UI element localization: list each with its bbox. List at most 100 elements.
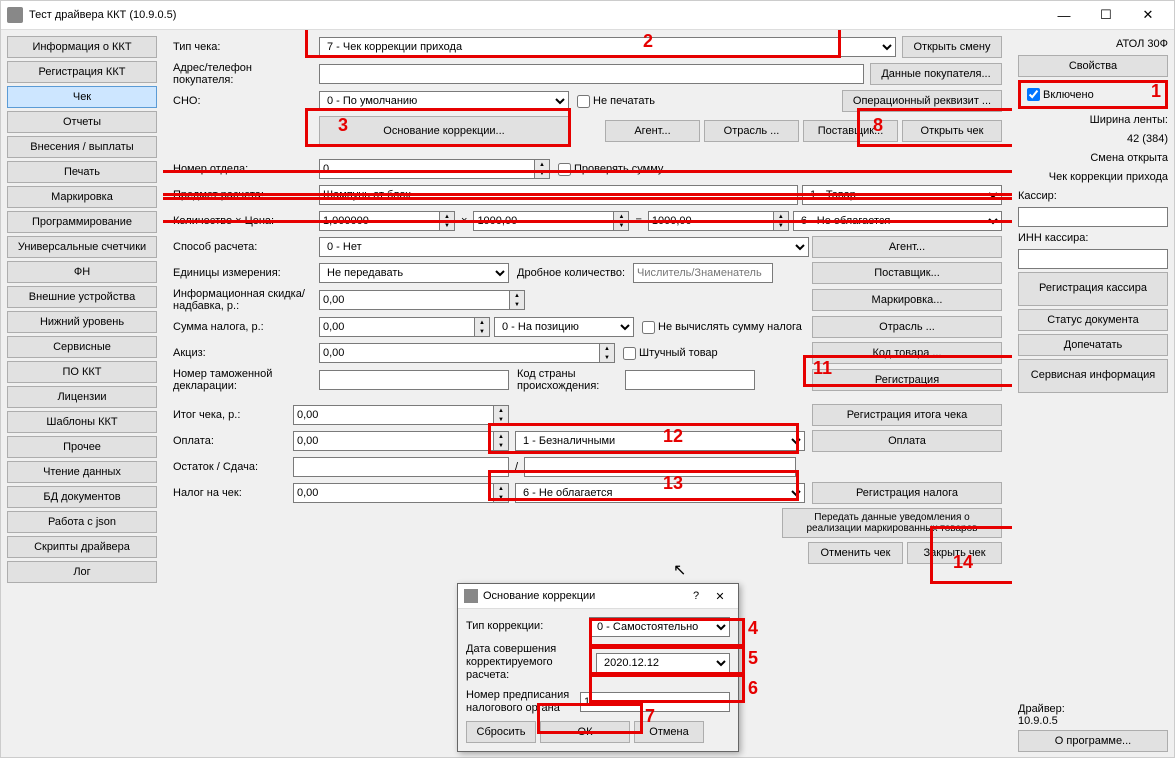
op-rekvizit-button[interactable]: Операционный реквизит ... [842, 90, 1002, 112]
nalog-chek-input[interactable] [293, 483, 493, 503]
spin-icon[interactable]: ▲▼ [439, 211, 455, 231]
predmet-type-select[interactable]: 1 - Товар [802, 185, 1002, 205]
modal-help-button[interactable]: ? [684, 590, 708, 602]
nav-other[interactable]: Прочее [7, 436, 157, 458]
modal-close-button[interactable]: ✕ [708, 590, 732, 603]
nalog-stavka-select[interactable]: 6 - Не облагается [793, 211, 1002, 231]
kod-strany-input[interactable] [625, 370, 755, 390]
modal-date-input[interactable]: 2020.12.12 [596, 653, 730, 673]
nav-read[interactable]: Чтение данных [7, 461, 157, 483]
nav-info[interactable]: Информация о ККТ [7, 36, 157, 58]
summa-input[interactable] [648, 211, 773, 231]
sposob-select[interactable]: 0 - Нет [319, 237, 809, 257]
info-skidka-input[interactable] [319, 290, 509, 310]
buyer-data-button[interactable]: Данные покупателя... [870, 63, 1002, 85]
sno-select[interactable]: 0 - По умолчанию [319, 91, 569, 111]
modal-num-input[interactable] [580, 692, 730, 712]
kolvo-input[interactable] [319, 211, 439, 231]
open-check-button[interactable]: Открыть чек [902, 120, 1002, 142]
nav-service[interactable]: Сервисные [7, 336, 157, 358]
open-shift-button[interactable]: Открыть смену [902, 36, 1002, 58]
marking-button[interactable]: Маркировка... [812, 289, 1002, 311]
sum-naloga-input[interactable] [319, 317, 474, 337]
close-button[interactable]: ✕ [1128, 3, 1168, 27]
postavshik2-button[interactable]: Поставщик... [812, 262, 1002, 284]
postavshik-button[interactable]: Поставщик... [803, 120, 898, 142]
nav-counters[interactable]: Универсальные счетчики [7, 236, 157, 258]
nalog-chek-type-select[interactable]: 6 - Не облагается [515, 483, 805, 503]
status-button[interactable]: Статус документа [1018, 309, 1168, 331]
spin-icon[interactable]: ▲▼ [599, 343, 615, 363]
nav-marking[interactable]: Маркировка [7, 186, 157, 208]
cancel-check-button[interactable]: Отменить чек [808, 542, 903, 564]
reg-itog-button[interactable]: Регистрация итога чека [812, 404, 1002, 426]
reg-nalog-button[interactable]: Регистрация налога [812, 482, 1002, 504]
oplata-input[interactable] [293, 431, 493, 451]
drob-input[interactable] [633, 263, 773, 283]
spin-icon[interactable]: ▲▼ [474, 317, 490, 337]
about-button[interactable]: О программе... [1018, 730, 1168, 752]
predmet-input[interactable] [319, 185, 798, 205]
otrasl-button[interactable]: Отрасль ... [704, 120, 799, 142]
proveryat-summu-checkbox[interactable] [558, 163, 571, 176]
close-check-button[interactable]: Закрыть чек [907, 542, 1002, 564]
agent2-button[interactable]: Агент... [812, 236, 1002, 258]
spin-icon[interactable]: ▲▼ [493, 405, 509, 425]
spin-icon[interactable]: ▲▼ [773, 211, 789, 231]
service-info-button[interactable]: Сервисная информация [1018, 359, 1168, 393]
agent-button[interactable]: Агент... [605, 120, 700, 142]
nav-tmpl[interactable]: Шаблоны ККТ [7, 411, 157, 433]
spin-icon[interactable]: ▲▼ [493, 483, 509, 503]
nav-json[interactable]: Работа с json [7, 511, 157, 533]
oplata-button[interactable]: Оплата [812, 430, 1002, 452]
modal-cancel-button[interactable]: Отмена [634, 721, 704, 743]
nav-reg[interactable]: Регистрация ККТ [7, 61, 157, 83]
nav-lic[interactable]: Лицензии [7, 386, 157, 408]
reg-button[interactable]: Регистрация [812, 369, 1002, 391]
nav-prog[interactable]: Программирование [7, 211, 157, 233]
nav-pokkt[interactable]: ПО ККТ [7, 361, 157, 383]
edinitsy-select[interactable]: Не передавать [319, 263, 509, 283]
osnov-korrektsii-button[interactable]: Основание коррекции... [319, 116, 569, 146]
inn-input[interactable] [1018, 249, 1168, 269]
tsena-input[interactable] [473, 211, 613, 231]
nav-log[interactable]: Лог [7, 561, 157, 583]
spin-icon[interactable]: ▲▼ [493, 431, 509, 451]
spin-icon[interactable]: ▲▼ [509, 290, 525, 310]
modal-reset-button[interactable]: Сбросить [466, 721, 536, 743]
modal-ok-button[interactable]: ОК [540, 721, 630, 743]
ne-pechatat-checkbox[interactable] [577, 95, 590, 108]
tip-cheka-select[interactable]: 7 - Чек коррекции прихода [319, 37, 896, 57]
props-button[interactable]: Свойства [1018, 55, 1168, 77]
modal-tip-select[interactable]: 0 - Самостоятельно [589, 617, 730, 637]
nav-low[interactable]: Нижний уровень [7, 311, 157, 333]
kassir-input[interactable] [1018, 207, 1168, 227]
nomer-otdela-input[interactable] [319, 159, 534, 179]
enabled-checkbox[interactable] [1027, 88, 1040, 101]
nav-deposit[interactable]: Внесения / выплаты [7, 136, 157, 158]
dopechat-button[interactable]: Допечатать [1018, 334, 1168, 356]
aktsiz-input[interactable] [319, 343, 599, 363]
nav-ext[interactable]: Внешние устройства [7, 286, 157, 308]
adres-input[interactable] [319, 64, 864, 84]
spin-icon[interactable]: ▲▼ [534, 159, 550, 179]
ne-vych-checkbox[interactable] [642, 321, 655, 334]
shtuch-checkbox[interactable] [623, 347, 636, 360]
nav-bd[interactable]: БД документов [7, 486, 157, 508]
peredat-button[interactable]: Передать данные уведомления о реализации… [782, 508, 1002, 538]
nav-chek[interactable]: Чек [7, 86, 157, 108]
nav-print[interactable]: Печать [7, 161, 157, 183]
nalog-type-select[interactable]: 0 - На позицию [494, 317, 634, 337]
oplata-type-select[interactable]: 1 - Безналичными [515, 431, 805, 451]
maximize-button[interactable]: ☐ [1086, 3, 1126, 27]
ostatok1-input[interactable] [293, 457, 509, 477]
reg-kassir-button[interactable]: Регистрация кассира [1018, 272, 1168, 306]
kod-tovara-button[interactable]: Код товара ... [812, 342, 1002, 364]
ostatok2-input[interactable] [524, 457, 796, 477]
nomer-tam-input[interactable] [319, 370, 509, 390]
nav-reports[interactable]: Отчеты [7, 111, 157, 133]
spin-icon[interactable]: ▲▼ [613, 211, 629, 231]
nav-scripts[interactable]: Скрипты драйвера [7, 536, 157, 558]
otrasl2-button[interactable]: Отрасль ... [812, 316, 1002, 338]
itog-input[interactable] [293, 405, 493, 425]
